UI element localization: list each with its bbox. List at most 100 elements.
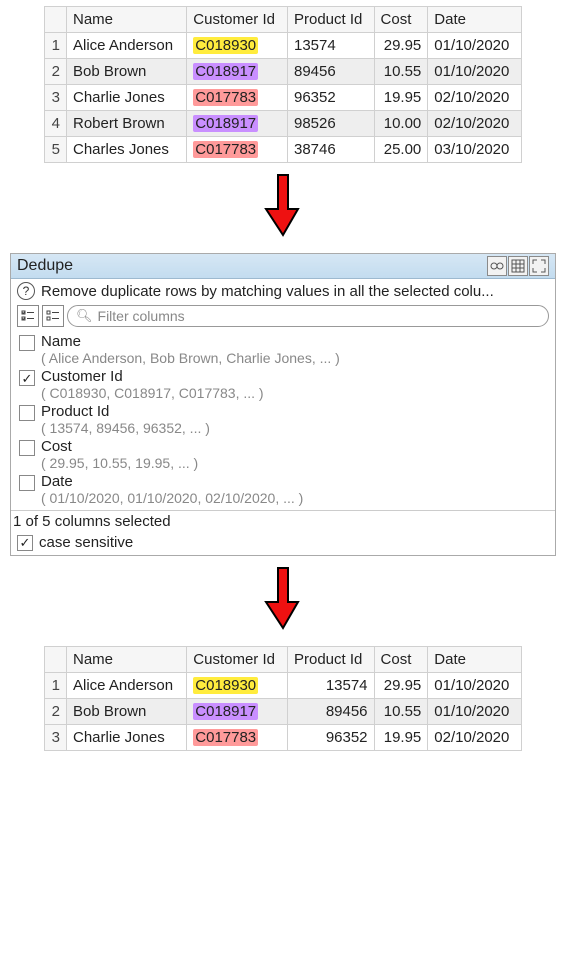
search-icon: 🔍︎ (76, 308, 93, 324)
flow-arrow (0, 173, 566, 239)
header-cost: Cost (374, 7, 428, 33)
header-date: Date (428, 7, 522, 33)
row-number: 1 (45, 673, 67, 699)
cell-cost: 25.00 (374, 137, 428, 163)
cell-cost: 10.00 (374, 111, 428, 137)
input-table: Name Customer Id Product Id Cost Date 1A… (44, 6, 522, 163)
cell-customer-id: C018930 (187, 673, 288, 699)
row-number: 5 (45, 137, 67, 163)
cell-date: 01/10/2020 (428, 699, 522, 725)
column-name: Date (41, 473, 549, 490)
table-row: 4Robert BrownC0189179852610.0002/10/2020 (45, 111, 522, 137)
column-name: Cost (41, 438, 549, 455)
cell-cost: 29.95 (374, 33, 428, 59)
cell-customer-id: C018917 (187, 699, 288, 725)
table-row: 2Bob BrownC0189178945610.5501/10/2020 (45, 59, 522, 85)
cell-name: Alice Anderson (67, 33, 187, 59)
cell-cost: 19.95 (374, 725, 428, 751)
select-none-button[interactable] (42, 305, 64, 327)
header-cost: Cost (374, 647, 428, 673)
cell-customer-id: C018917 (187, 59, 288, 85)
row-number: 2 (45, 699, 67, 725)
cell-product-id: 89456 (287, 59, 374, 85)
table-header-row: Name Customer Id Product Id Cost Date (45, 647, 522, 673)
case-sensitive-row: ✓ case sensitive (11, 532, 555, 555)
row-number: 4 (45, 111, 67, 137)
cell-date: 01/10/2020 (428, 673, 522, 699)
header-blank (45, 7, 67, 33)
column-hint: ( 13574, 89456, 96352, ... ) (41, 420, 549, 436)
header-name: Name (67, 647, 187, 673)
cell-name: Alice Anderson (67, 673, 187, 699)
selection-status: 1 of 5 columns selected (11, 510, 555, 532)
settings-button[interactable] (487, 256, 507, 276)
cell-customer-id: C017783 (187, 137, 288, 163)
table-row: 1Alice AndersonC0189301357429.9501/10/20… (45, 33, 522, 59)
cell-name: Charlie Jones (67, 725, 187, 751)
description-text: Remove duplicate rows by matching values… (41, 283, 494, 300)
cell-customer-id: C017783 (187, 725, 288, 751)
cell-product-id: 96352 (287, 725, 374, 751)
column-item: Date( 01/10/2020, 01/10/2020, 02/10/2020… (15, 471, 551, 506)
row-number: 3 (45, 85, 67, 111)
cell-customer-id: C017783 (187, 85, 288, 111)
header-customer-id: Customer Id (187, 647, 288, 673)
tools-row: 🔍︎ Filter columns (11, 303, 555, 331)
table-row: 2Bob BrownC0189178945610.5501/10/2020 (45, 699, 522, 725)
cell-cost: 29.95 (374, 673, 428, 699)
column-hint: ( 29.95, 10.55, 19.95, ... ) (41, 455, 549, 471)
grid-button[interactable] (508, 256, 528, 276)
column-list: Name( Alice Anderson, Bob Brown, Charlie… (11, 331, 555, 510)
case-sensitive-label: case sensitive (39, 534, 133, 551)
cell-product-id: 38746 (287, 137, 374, 163)
column-checkbox[interactable] (19, 475, 35, 491)
column-item: ✓Customer Id( C018930, C018917, C017783,… (15, 366, 551, 401)
cell-customer-id: C018930 (187, 33, 288, 59)
cell-product-id: 89456 (287, 699, 374, 725)
panel-header: Dedupe (11, 254, 555, 279)
cell-cost: 10.55 (374, 699, 428, 725)
column-hint: ( Alice Anderson, Bob Brown, Charlie Jon… (41, 350, 549, 366)
case-sensitive-checkbox[interactable]: ✓ (17, 535, 33, 551)
column-hint: ( 01/10/2020, 01/10/2020, 02/10/2020, ..… (41, 490, 549, 506)
cell-date: 01/10/2020 (428, 33, 522, 59)
header-blank (45, 647, 67, 673)
row-number: 2 (45, 59, 67, 85)
cell-date: 03/10/2020 (428, 137, 522, 163)
cell-product-id: 96352 (287, 85, 374, 111)
header-product-id: Product Id (287, 7, 374, 33)
cell-cost: 19.95 (374, 85, 428, 111)
header-name: Name (67, 7, 187, 33)
panel-title: Dedupe (17, 257, 486, 275)
cell-product-id: 98526 (287, 111, 374, 137)
header-customer-id: Customer Id (187, 7, 288, 33)
column-name: Product Id (41, 403, 549, 420)
column-item: Cost( 29.95, 10.55, 19.95, ... ) (15, 436, 551, 471)
cell-product-id: 13574 (287, 673, 374, 699)
table-row: 3Charlie JonesC0177839635219.9502/10/202… (45, 85, 522, 111)
table-row: 3Charlie JonesC0177839635219.9502/10/202… (45, 725, 522, 751)
dedupe-panel: Dedupe ? Remove duplicate rows by matchi… (10, 253, 556, 556)
column-checkbox[interactable] (19, 335, 35, 351)
column-checkbox[interactable]: ✓ (19, 370, 35, 386)
select-all-button[interactable] (17, 305, 39, 327)
cell-name: Bob Brown (67, 699, 187, 725)
output-table: Name Customer Id Product Id Cost Date 1A… (44, 646, 522, 751)
help-icon[interactable]: ? (17, 282, 35, 300)
table-row: 5Charles JonesC0177833874625.0003/10/202… (45, 137, 522, 163)
expand-button[interactable] (529, 256, 549, 276)
filter-columns-input[interactable]: 🔍︎ Filter columns (67, 305, 549, 327)
filter-placeholder: Filter columns (98, 308, 185, 324)
cell-date: 01/10/2020 (428, 59, 522, 85)
cell-name: Robert Brown (67, 111, 187, 137)
column-checkbox[interactable] (19, 405, 35, 421)
cell-name: Bob Brown (67, 59, 187, 85)
column-name: Name (41, 333, 549, 350)
column-checkbox[interactable] (19, 440, 35, 456)
row-number: 1 (45, 33, 67, 59)
table-header-row: Name Customer Id Product Id Cost Date (45, 7, 522, 33)
cell-date: 02/10/2020 (428, 111, 522, 137)
cell-product-id: 13574 (287, 33, 374, 59)
column-name: Customer Id (41, 368, 549, 385)
cell-name: Charlie Jones (67, 85, 187, 111)
